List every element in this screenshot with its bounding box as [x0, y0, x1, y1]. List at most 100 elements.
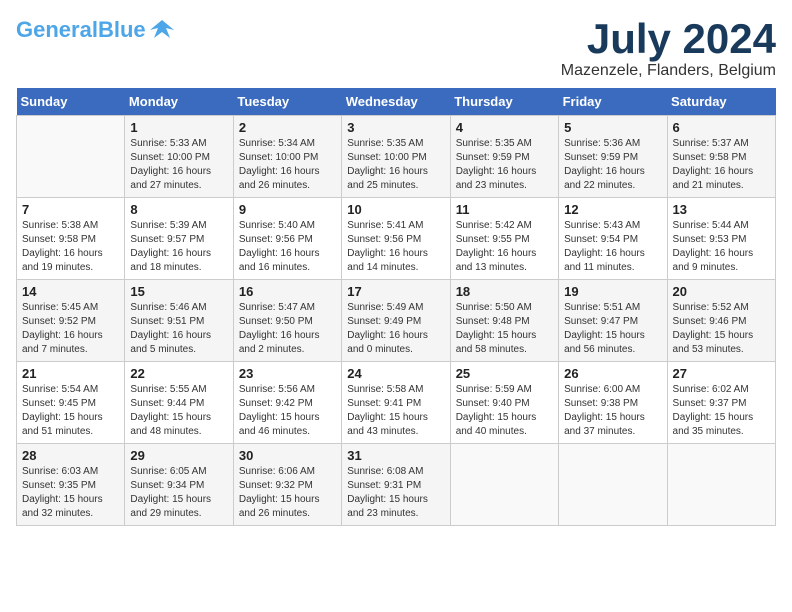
day-number: 11 — [456, 202, 553, 217]
day-info: Sunrise: 6:05 AM Sunset: 9:34 PM Dayligh… — [130, 465, 227, 521]
day-number: 1 — [130, 120, 227, 135]
day-header-saturday: Saturday — [667, 88, 775, 116]
day-info: Sunrise: 5:45 AM Sunset: 9:52 PM Dayligh… — [22, 301, 119, 357]
day-info: Sunrise: 6:00 AM Sunset: 9:38 PM Dayligh… — [564, 383, 661, 439]
calendar-cell: 8 Sunrise: 5:39 AM Sunset: 9:57 PM Daylig… — [125, 198, 233, 280]
calendar-cell: 6 Sunrise: 5:37 AM Sunset: 9:58 PM Daylig… — [667, 116, 775, 198]
day-number: 16 — [239, 284, 336, 299]
calendar-cell: 3Sunrise: 5:35 AM Sunset: 10:00 PM Dayli… — [342, 116, 450, 198]
calendar-cell: 31 Sunrise: 6:08 AM Sunset: 9:31 PM Dayli… — [342, 444, 450, 526]
day-info: Sunrise: 5:47 AM Sunset: 9:50 PM Dayligh… — [239, 301, 336, 357]
calendar-cell: 7 Sunrise: 5:38 AM Sunset: 9:58 PM Daylig… — [17, 198, 125, 280]
day-number: 14 — [22, 284, 119, 299]
calendar-cell: 2 Sunrise: 5:34 AM Sunset: 10:00 PM Dayli… — [233, 116, 341, 198]
location-title: Mazenzele, Flanders, Belgium — [561, 62, 776, 80]
calendar-week-row: 14 Sunrise: 5:45 AM Sunset: 9:52 PM Dayli… — [17, 280, 776, 362]
calendar-week-row: 28 Sunrise: 6:03 AM Sunset: 9:35 PM Dayli… — [17, 444, 776, 526]
calendar-cell: 28 Sunrise: 6:03 AM Sunset: 9:35 PM Dayli… — [17, 444, 125, 526]
calendar-cell: 13 Sunrise: 5:44 AM Sunset: 9:53 PM Dayli… — [667, 198, 775, 280]
logo-blue: Blue — [98, 17, 146, 42]
day-info: Sunrise: 5:40 AM Sunset: 9:56 PM Dayligh… — [239, 219, 336, 275]
day-number: 2 — [239, 120, 336, 135]
logo-bird-icon — [148, 16, 176, 44]
calendar-header-row: SundayMondayTuesdayWednesdayThursdayFrid… — [17, 88, 776, 116]
day-info: Sunrise: 5:39 AM Sunset: 9:57 PM Dayligh… — [130, 219, 227, 275]
day-number: 22 — [130, 366, 227, 381]
calendar-cell: 4 Sunrise: 5:35 AM Sunset: 9:59 PM Daylig… — [450, 116, 558, 198]
day-info: Sunrise: 5:55 AM Sunset: 9:44 PM Dayligh… — [130, 383, 227, 439]
day-header-tuesday: Tuesday — [233, 88, 341, 116]
day-number: 4 — [456, 120, 553, 135]
day-header-thursday: Thursday — [450, 88, 558, 116]
day-number: 30 — [239, 448, 336, 463]
day-info: Sunrise: 5:46 AM Sunset: 9:51 PM Dayligh… — [130, 301, 227, 357]
day-number: 28 — [22, 448, 119, 463]
calendar-cell: 14 Sunrise: 5:45 AM Sunset: 9:52 PM Dayli… — [17, 280, 125, 362]
day-info: Sunrise: 5:49 AM Sunset: 9:49 PM Dayligh… — [347, 301, 444, 357]
day-number: 9 — [239, 202, 336, 217]
calendar-week-row: 21Sunrise: 5:54 AM Sunset: 9:45 PM Dayli… — [17, 362, 776, 444]
day-number: 26 — [564, 366, 661, 381]
day-info: Sunrise: 6:03 AM Sunset: 9:35 PM Dayligh… — [22, 465, 119, 521]
day-info: Sunrise: 5:56 AM Sunset: 9:42 PM Dayligh… — [239, 383, 336, 439]
day-info: Sunrise: 5:36 AM Sunset: 9:59 PM Dayligh… — [564, 137, 661, 193]
day-info: Sunrise: 6:06 AM Sunset: 9:32 PM Dayligh… — [239, 465, 336, 521]
day-info: Sunrise: 5:35 AM Sunset: 9:59 PM Dayligh… — [456, 137, 553, 193]
day-info: Sunrise: 6:02 AM Sunset: 9:37 PM Dayligh… — [673, 383, 770, 439]
calendar-cell: 29 Sunrise: 6:05 AM Sunset: 9:34 PM Dayli… — [125, 444, 233, 526]
calendar-body: 1 Sunrise: 5:33 AM Sunset: 10:00 PM Dayli… — [17, 116, 776, 526]
day-info: Sunrise: 5:34 AM Sunset: 10:00 PM Daylig… — [239, 137, 336, 193]
calendar-cell: 22 Sunrise: 5:55 AM Sunset: 9:44 PM Dayli… — [125, 362, 233, 444]
day-number: 27 — [673, 366, 770, 381]
day-number: 6 — [673, 120, 770, 135]
calendar-cell: 5 Sunrise: 5:36 AM Sunset: 9:59 PM Daylig… — [559, 116, 667, 198]
calendar-cell: 24Sunrise: 5:58 AM Sunset: 9:41 PM Dayli… — [342, 362, 450, 444]
day-number: 20 — [673, 284, 770, 299]
calendar-cell: 9 Sunrise: 5:40 AM Sunset: 9:56 PM Daylig… — [233, 198, 341, 280]
calendar-cell: 25Sunrise: 5:59 AM Sunset: 9:40 PM Dayli… — [450, 362, 558, 444]
calendar-cell: 26 Sunrise: 6:00 AM Sunset: 9:38 PM Dayli… — [559, 362, 667, 444]
logo-general: General — [16, 17, 98, 42]
logo: GeneralBlue — [16, 16, 176, 44]
day-info: Sunrise: 5:33 AM Sunset: 10:00 PM Daylig… — [130, 137, 227, 193]
day-info: Sunrise: 5:59 AM Sunset: 9:40 PM Dayligh… — [456, 383, 553, 439]
day-number: 7 — [22, 202, 119, 217]
calendar-cell: 15 Sunrise: 5:46 AM Sunset: 9:51 PM Dayli… — [125, 280, 233, 362]
calendar-cell: 23Sunrise: 5:56 AM Sunset: 9:42 PM Dayli… — [233, 362, 341, 444]
day-info: Sunrise: 5:38 AM Sunset: 9:58 PM Dayligh… — [22, 219, 119, 275]
day-info: Sunrise: 6:08 AM Sunset: 9:31 PM Dayligh… — [347, 465, 444, 521]
day-number: 21 — [22, 366, 119, 381]
day-number: 15 — [130, 284, 227, 299]
day-header-monday: Monday — [125, 88, 233, 116]
day-info: Sunrise: 5:44 AM Sunset: 9:53 PM Dayligh… — [673, 219, 770, 275]
calendar-cell: 21Sunrise: 5:54 AM Sunset: 9:45 PM Dayli… — [17, 362, 125, 444]
calendar-cell — [559, 444, 667, 526]
day-header-wednesday: Wednesday — [342, 88, 450, 116]
calendar-cell: 18Sunrise: 5:50 AM Sunset: 9:48 PM Dayli… — [450, 280, 558, 362]
day-info: Sunrise: 5:37 AM Sunset: 9:58 PM Dayligh… — [673, 137, 770, 193]
day-number: 13 — [673, 202, 770, 217]
calendar-week-row: 7 Sunrise: 5:38 AM Sunset: 9:58 PM Daylig… — [17, 198, 776, 280]
day-number: 3 — [347, 120, 444, 135]
day-number: 5 — [564, 120, 661, 135]
day-number: 29 — [130, 448, 227, 463]
calendar-cell: 27 Sunrise: 6:02 AM Sunset: 9:37 PM Dayli… — [667, 362, 775, 444]
day-header-friday: Friday — [559, 88, 667, 116]
day-number: 31 — [347, 448, 444, 463]
day-number: 8 — [130, 202, 227, 217]
title-section: July 2024 Mazenzele, Flanders, Belgium — [561, 16, 776, 80]
day-info: Sunrise: 5:52 AM Sunset: 9:46 PM Dayligh… — [673, 301, 770, 357]
day-number: 17 — [347, 284, 444, 299]
day-info: Sunrise: 5:58 AM Sunset: 9:41 PM Dayligh… — [347, 383, 444, 439]
calendar-week-row: 1 Sunrise: 5:33 AM Sunset: 10:00 PM Dayli… — [17, 116, 776, 198]
day-number: 18 — [456, 284, 553, 299]
logo-text: GeneralBlue — [16, 19, 146, 41]
calendar-cell — [667, 444, 775, 526]
calendar-cell — [450, 444, 558, 526]
header: GeneralBlue July 2024 Mazenzele, Flander… — [16, 16, 776, 80]
calendar-cell: 16 Sunrise: 5:47 AM Sunset: 9:50 PM Dayli… — [233, 280, 341, 362]
day-number: 12 — [564, 202, 661, 217]
day-info: Sunrise: 5:43 AM Sunset: 9:54 PM Dayligh… — [564, 219, 661, 275]
day-info: Sunrise: 5:41 AM Sunset: 9:56 PM Dayligh… — [347, 219, 444, 275]
month-title: July 2024 — [561, 16, 776, 62]
